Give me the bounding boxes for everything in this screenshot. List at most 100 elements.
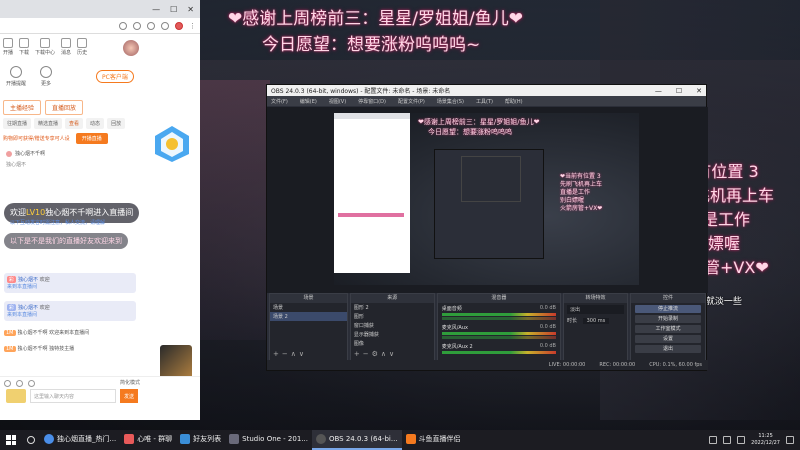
nav-item[interactable]: 消息 [61, 38, 71, 56]
minimize-button[interactable]: — [655, 87, 662, 95]
quick-actions: 开播提醒 更多 PC客户端 [0, 60, 200, 93]
send-button[interactable]: 发送 [120, 389, 138, 403]
tab-host-experience[interactable]: 主播经验 [3, 100, 42, 115]
minimize-button[interactable]: — [152, 5, 160, 14]
close-button[interactable]: ✕ [187, 5, 194, 14]
bookmark-icon[interactable] [133, 21, 141, 30]
scene-tools[interactable]: +−∧∨ [273, 350, 307, 358]
source-item[interactable]: 显示器捕获 [351, 330, 434, 339]
taskbar-app-friends[interactable]: 好友列表 [176, 430, 225, 450]
close-button[interactable]: ✕ [696, 87, 702, 95]
taskbar-app-obs[interactable]: OBS 24.0.3 (64-bi... [311, 430, 402, 450]
subtab[interactable]: 精选直播 [34, 118, 63, 129]
chat-input-row: 简化模式 这里输入聊天内容 发送 [0, 376, 200, 420]
obs-docks: 场景 场景 场景 2 +−∧∨ 来源 图形 2 图形 窗口捕获 显示器捕获 图像… [267, 293, 708, 361]
tray-up-icon[interactable] [709, 436, 718, 444]
more-button[interactable]: 更多 [40, 66, 53, 87]
studio-mode-button[interactable]: 工作室模式 [635, 325, 701, 333]
cpu-status: CPU: 0.1%, 60.00 fps [649, 362, 702, 368]
notification-icon[interactable] [786, 436, 794, 444]
menu-edit[interactable]: 编辑(E) [300, 98, 317, 105]
search-button[interactable] [22, 430, 40, 450]
source-item[interactable]: 图形 [351, 312, 434, 321]
taskbar-app-douyu[interactable]: 斗鱼直播伴侣 [402, 430, 465, 450]
douyu-icon [405, 434, 416, 444]
mixer-channel: 麦克风/Aux 2 0.0 dB [438, 341, 560, 356]
start-recording-button[interactable]: 开始录制 [635, 315, 701, 323]
nav-item[interactable]: 历史 [77, 38, 87, 56]
scenes-dock: 场景 场景 场景 2 +−∧∨ [269, 293, 348, 361]
exit-button[interactable]: 退出 [635, 345, 701, 353]
obs-titlebar: OBS 24.0.3 (64-bit, windows) - 配置文件: 未命名… [267, 85, 706, 96]
subtab[interactable]: 查看 [65, 118, 84, 129]
network-icon[interactable] [723, 436, 732, 444]
menu-file[interactable]: 文件(F) [271, 98, 288, 105]
menu-tools[interactable]: 工具(T) [476, 98, 493, 105]
remind-button[interactable]: 开播提醒 [6, 66, 26, 87]
scene-item[interactable]: 场景 2 [270, 312, 347, 321]
volume-slider[interactable] [441, 336, 556, 339]
menu-dock[interactable]: 停靠窗口(D) [358, 98, 386, 105]
volume-slider[interactable] [441, 317, 556, 320]
friends-icon [180, 434, 191, 444]
welcome-banner-secondary: 以下是不是我们的直播好友欢迎来到 [4, 233, 128, 249]
host-name[interactable]: 独心烟不千啊 [15, 150, 45, 157]
gift-box-icon[interactable] [28, 380, 35, 387]
subtab[interactable]: 动态 [86, 118, 105, 129]
emoji-icon[interactable] [4, 380, 11, 387]
gift-icon[interactable] [6, 389, 26, 403]
duration-input[interactable]: 300 ms [582, 318, 610, 324]
subtab[interactable]: 回放 [107, 118, 126, 129]
source-tools[interactable]: +−⚙∧∨ [354, 350, 397, 358]
taskbar-app-browser[interactable]: 独心烟直播_热门... [40, 430, 120, 450]
pc-client-button[interactable]: PC客户端 [96, 70, 134, 83]
simple-mode-toggle[interactable]: 简化模式 [120, 379, 140, 386]
city-glow-decor [190, 80, 270, 340]
stop-streaming-button[interactable]: 停止推流 [635, 305, 701, 313]
maximize-button[interactable]: ☐ [170, 5, 177, 14]
overlay-thanks-text: ❤感谢上周榜前三：星星/罗姐姐/鱼儿❤ [228, 9, 523, 29]
scene-item[interactable]: 场景 [270, 303, 347, 312]
windows-icon [6, 435, 16, 445]
obs-menubar: 文件(F) 编辑(E) 视图(V) 停靠窗口(D) 配置文件(P) 场景集合(S… [267, 96, 706, 106]
nav-item[interactable]: 开播 [3, 38, 13, 56]
taskbar-app-chat[interactable]: 心唯 - 群聊 [120, 430, 176, 450]
subtab[interactable]: 往期直播 [3, 118, 32, 129]
broadcast-icon [3, 38, 13, 48]
browser-toolbar: ⋮ [0, 18, 200, 34]
menu-view[interactable]: 视图(V) [329, 98, 346, 105]
share-icon[interactable] [119, 21, 127, 30]
transition-select[interactable]: 淡出 [566, 305, 625, 314]
clock[interactable]: 11:25 2022/12/27 [751, 433, 780, 447]
source-item[interactable]: 图形 2 [351, 303, 434, 312]
settings-button[interactable]: 设置 [635, 335, 701, 343]
source-item[interactable]: 图像 [351, 339, 434, 348]
avatar[interactable] [123, 40, 140, 56]
puzzle-icon[interactable] [161, 21, 169, 30]
chat-input[interactable]: 这里输入聊天内容 [30, 389, 116, 403]
volume-icon[interactable] [737, 436, 746, 444]
source-item[interactable]: 窗口捕获 [351, 321, 434, 330]
menu-scene-collection[interactable]: 场景集合(S) [437, 98, 464, 105]
chat-notice: 以下互动发言时需注意，私人交流，请理解 [10, 220, 106, 226]
taskbar-app-studio-one[interactable]: Studio One - 201... [225, 430, 312, 450]
history-icon [77, 38, 88, 48]
browser-window: — ☐ ✕ ⋮ 开播 下载 下载中心 消息 历史 开播提醒 更多 PC客户端 主… [0, 0, 200, 420]
nav-item[interactable]: 下载中心 [35, 38, 55, 56]
transitions-dock: 转场特效 淡出 时长 300 ms [562, 293, 629, 361]
menu-help[interactable]: 帮助(H) [505, 98, 523, 105]
menu-profile[interactable]: 配置文件(P) [398, 98, 425, 105]
mission-badge-icon[interactable] [152, 124, 192, 164]
maximize-button[interactable]: ☐ [676, 87, 682, 95]
fan-badge-icon[interactable] [16, 380, 23, 387]
extension-icon[interactable] [147, 21, 155, 30]
more-icon [40, 66, 53, 78]
download-icon [19, 38, 30, 48]
open-live-button[interactable]: 开播直播 [75, 133, 108, 144]
nav-item[interactable]: 下载 [19, 38, 29, 56]
profile-icon[interactable] [175, 21, 183, 30]
menu-icon[interactable]: ⋮ [189, 22, 196, 30]
obs-preview[interactable]: ❤感谢上周榜前三：星星/罗姐姐/鱼儿❤ 今日愿望：想要涨粉呜呜呜 ❤当前有位置 … [267, 107, 708, 293]
tab-replay[interactable]: 直播回放 [45, 100, 84, 115]
start-button[interactable] [0, 430, 22, 450]
